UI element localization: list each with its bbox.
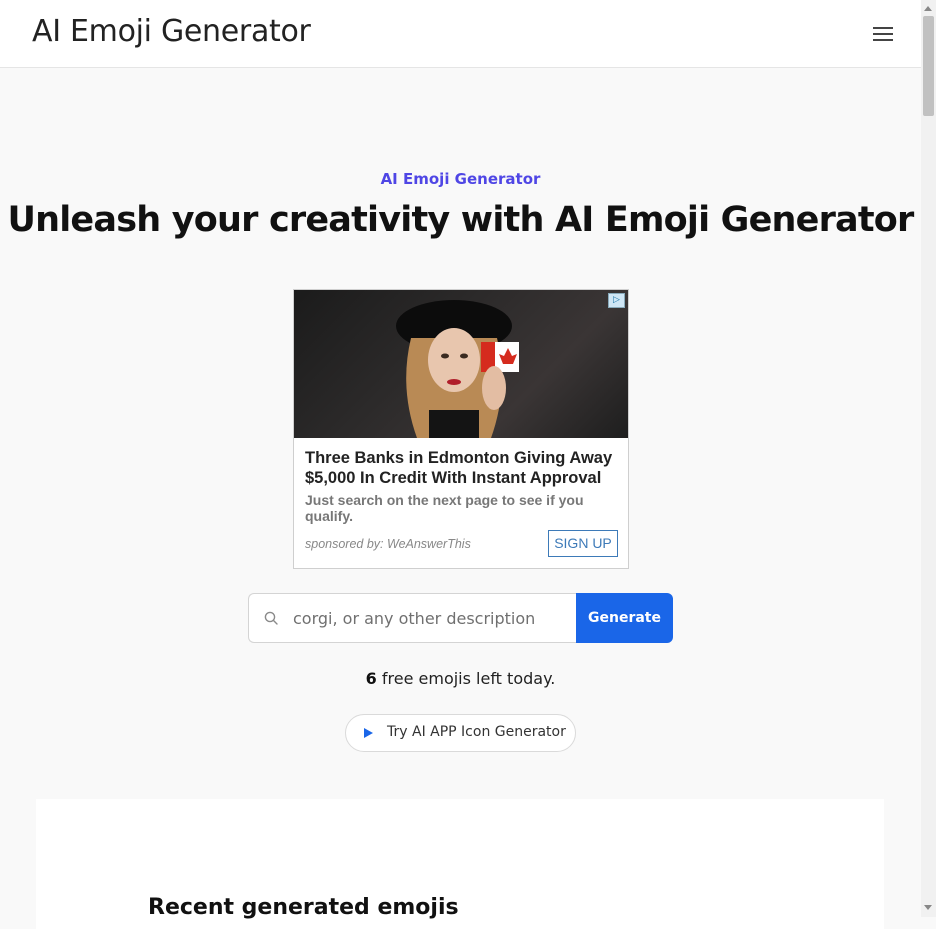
ad-photo-illustration (396, 300, 519, 438)
page-title: Unleash your creativity with AI Emoji Ge… (7, 200, 915, 240)
menu-bar (873, 27, 893, 29)
top-nav: AI Emoji Generator (0, 0, 921, 68)
try-app-icon-generator-button[interactable]: Try AI APP Icon Generator (345, 714, 576, 752)
quota-label: free emojis left today. (381, 669, 556, 688)
scroll-down-arrow-icon[interactable] (924, 905, 932, 910)
search-icon (264, 611, 278, 625)
scroll-up-arrow-icon[interactable] (924, 6, 932, 11)
brand-title[interactable]: AI Emoji Generator (32, 14, 311, 49)
ad-headline[interactable]: Three Banks in Edmonton Giving Away $5,0… (305, 448, 620, 488)
hamburger-menu-icon[interactable] (870, 24, 896, 46)
sponsored-ad[interactable]: ▷ Three Banks in Edmonton Giving Away $5… (293, 289, 629, 569)
ad-body-text: Just search on the next page to see if y… (305, 492, 584, 524)
hero-eyebrow: AI Emoji Generator (380, 170, 541, 188)
search-field[interactable] (248, 593, 577, 643)
recent-emojis-section: Recent generated emojis (36, 799, 884, 929)
scroll-thumb[interactable] (923, 16, 934, 116)
vertical-scrollbar[interactable] (921, 0, 936, 917)
menu-bar (873, 33, 893, 35)
ad-choices-icon[interactable]: ▷ (608, 293, 625, 308)
ad-sponsor-label: sponsored by: WeAnswerThis (305, 537, 471, 551)
ad-signup-button[interactable]: SIGN UP (548, 530, 618, 557)
generate-button[interactable]: Generate (576, 593, 673, 643)
promo-label: Try AI APP Icon Generator (387, 724, 566, 740)
free-quota-text: 6 free emojis left today. (0, 669, 921, 688)
recent-emojis-heading: Recent generated emojis (148, 895, 459, 920)
quota-count: 6 (365, 669, 377, 688)
play-icon (364, 728, 373, 738)
search-input[interactable] (293, 595, 569, 641)
ad-image[interactable]: ▷ (294, 290, 628, 438)
menu-bar (873, 39, 893, 41)
